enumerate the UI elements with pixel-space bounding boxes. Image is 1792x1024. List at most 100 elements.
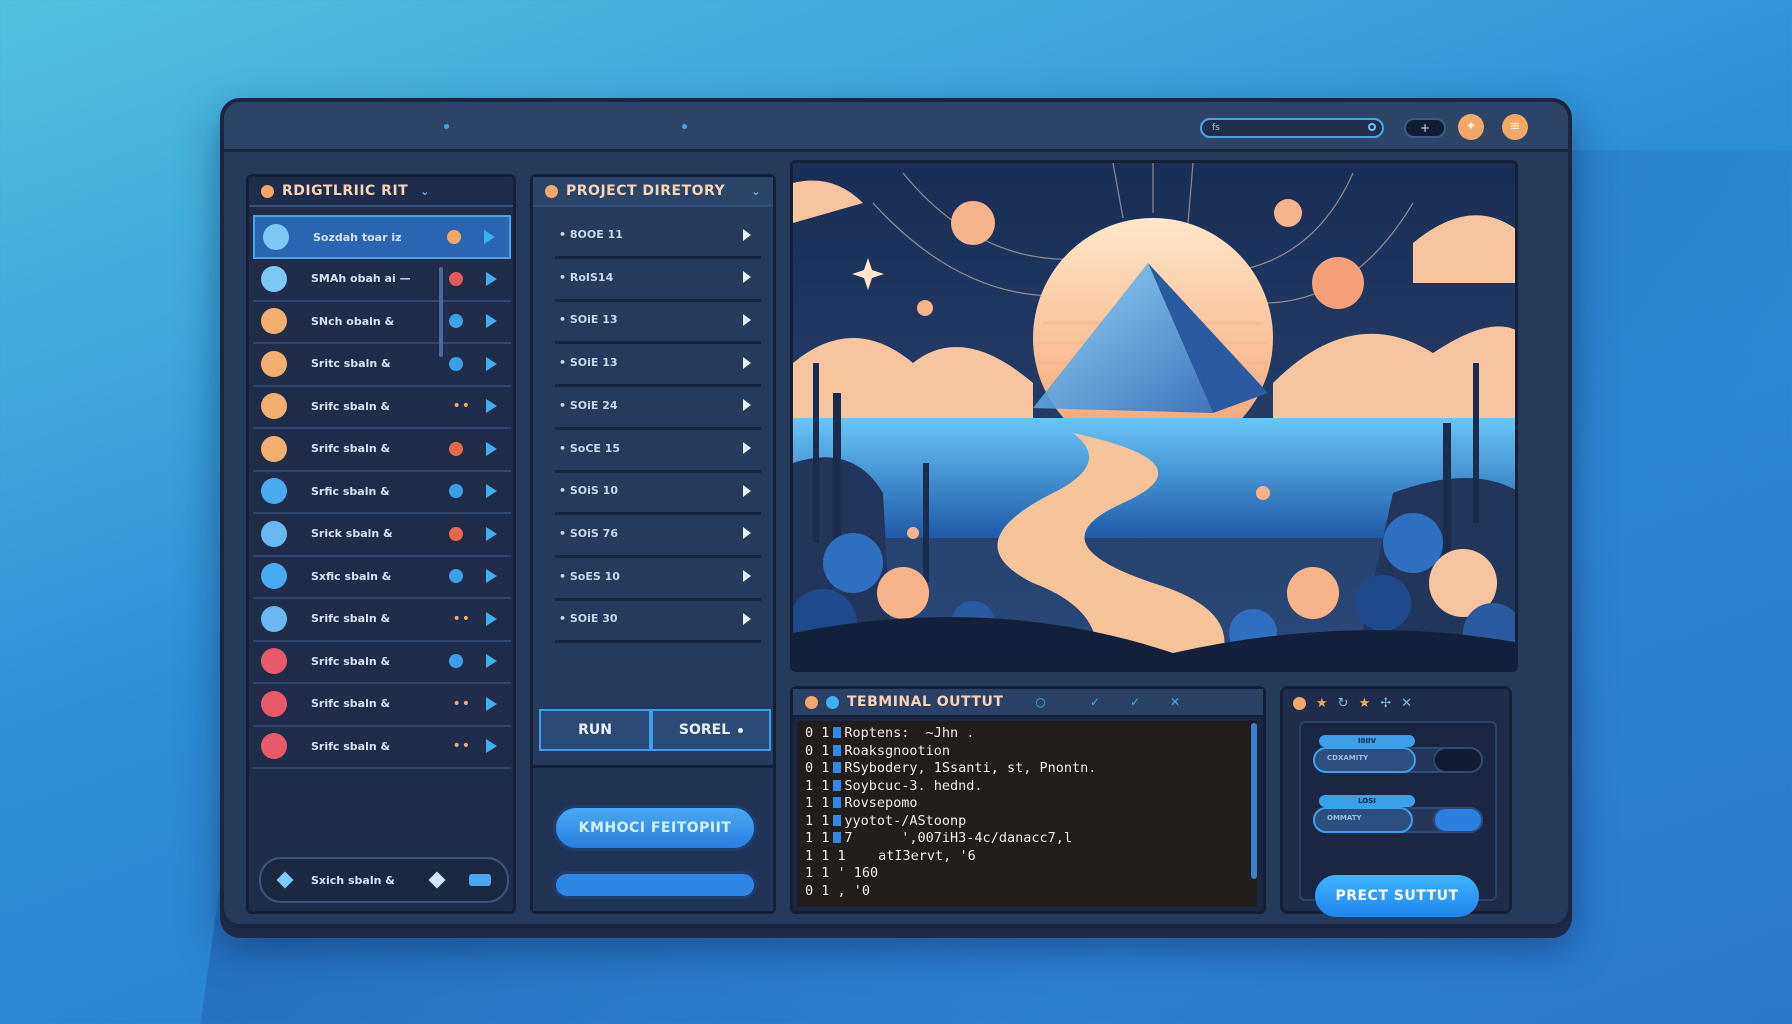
status-badge xyxy=(449,569,463,583)
directory-item[interactable]: SoCE 15 xyxy=(555,427,761,473)
avatar xyxy=(261,520,287,547)
list-item[interactable]: Srifc sbaln & •• xyxy=(253,385,511,429)
play-arrow-icon[interactable] xyxy=(486,399,497,413)
chevron-down-icon[interactable]: ⌄ xyxy=(751,185,761,198)
list-item-label: Srifc sbaln & xyxy=(311,442,391,455)
list-item-label: Srifc sbaln & xyxy=(311,399,391,413)
check-icon[interactable]: ✓ xyxy=(1130,695,1140,709)
star-icon[interactable]: ★ xyxy=(1316,696,1328,711)
play-arrow-icon[interactable] xyxy=(486,271,497,286)
directory-item[interactable]: SoES 10 xyxy=(555,555,761,601)
star-icon[interactable]: ★ xyxy=(1359,696,1371,711)
line-prefix: 1 1 xyxy=(805,830,830,846)
play-arrow-icon[interactable] xyxy=(486,484,497,498)
close-icon[interactable]: ✕ xyxy=(1170,695,1180,709)
chevron-right-icon xyxy=(743,313,751,326)
pin-icon[interactable]: ✢ xyxy=(1380,696,1391,711)
directory-item[interactable]: 8OOE 11 xyxy=(555,213,761,259)
play-arrow-icon[interactable] xyxy=(486,569,497,583)
list-item[interactable]: Sozdah toar iz xyxy=(253,215,511,259)
play-arrow-icon[interactable] xyxy=(486,654,497,668)
directory-item[interactable]: SOiE 24 xyxy=(555,384,761,430)
refresh-icon[interactable]: ↻ xyxy=(1338,696,1349,711)
left-list-panel: RDIGTLRIIC RIT ⌄ Sozdah toar iz SMAh obah… xyxy=(246,174,516,914)
terminal-line: 0 1 , '0 xyxy=(805,883,1249,901)
terminal-title: TEBMINAL OUTTUT xyxy=(847,694,1004,710)
directory-item-label: SoCE 15 xyxy=(559,442,620,455)
list-item[interactable]: Srifc sbaln & •• xyxy=(253,683,511,727)
line-text: Roptens: ~Jhn . xyxy=(844,725,975,741)
dots-icon: •• xyxy=(452,695,471,712)
status-badge xyxy=(449,356,463,371)
play-arrow-icon[interactable] xyxy=(486,441,497,456)
list-item[interactable]: SNch obaln & xyxy=(253,300,511,344)
list-item[interactable]: Srifc sbaln & xyxy=(253,640,511,684)
line-text: Roaksgnootion xyxy=(844,742,951,759)
chevron-down-icon[interactable]: ⌄ xyxy=(420,185,430,198)
play-arrow-icon[interactable] xyxy=(486,696,497,711)
circle-icon[interactable]: ○ xyxy=(1035,695,1045,709)
play-arrow-icon[interactable] xyxy=(486,356,497,371)
slider-2-knob[interactable] xyxy=(1433,807,1483,833)
directory-item[interactable]: RoIS14 xyxy=(555,256,761,302)
controls-inner: I0IIV CDXAMITY LOSI OMMATY xyxy=(1299,721,1497,901)
directory-item[interactable]: SOiS 76 xyxy=(555,512,761,558)
directory-header: PROJECT DIRETORY ⌄ xyxy=(533,177,773,207)
list-item[interactable]: Srifc sbaln & •• xyxy=(253,598,511,642)
left-panel-scrollbar[interactable] xyxy=(439,267,443,357)
directory-item[interactable]: SOiE 13 xyxy=(555,298,761,345)
primary-action-button[interactable]: KMHOCI FEITOPIIT xyxy=(553,805,757,851)
play-arrow-icon[interactable] xyxy=(486,526,497,541)
slider-2[interactable]: LOSI OMMATY xyxy=(1313,795,1483,833)
terminal-line: 1 1 yyotot-/AStoonp xyxy=(805,813,1249,831)
search-input-value: fs xyxy=(1212,123,1220,133)
play-arrow-icon[interactable] xyxy=(486,314,497,328)
avatar xyxy=(261,478,287,504)
settings-icon[interactable]: ✦ xyxy=(1458,114,1484,140)
directory-item[interactable]: SOiE 30 xyxy=(555,597,761,644)
directory-item[interactable]: SOiS 10 xyxy=(555,469,761,516)
check-icon[interactable]: ✓ xyxy=(1090,695,1100,709)
line-prefix: 1 1 xyxy=(805,795,830,811)
play-arrow-icon[interactable] xyxy=(486,611,497,626)
footer-label: Sxich sbaln & xyxy=(311,873,395,887)
avatar xyxy=(261,393,287,419)
line-marker xyxy=(833,832,842,843)
project-output-button[interactable]: PRECT SUTTUT xyxy=(1315,875,1479,917)
terminal-line: 1 1 ' 160 xyxy=(805,865,1249,883)
menu-icon[interactable]: ≡ xyxy=(1502,114,1528,140)
list-item[interactable]: Srfic sbaln & xyxy=(253,470,511,514)
line-prefix: 0 1 , xyxy=(805,882,846,899)
status-badge xyxy=(447,230,461,244)
chevron-right-icon xyxy=(743,228,751,241)
list-item[interactable]: SMAh obah ai — xyxy=(253,258,511,302)
chevron-right-icon xyxy=(743,271,751,284)
line-marker xyxy=(833,744,842,756)
orange-dot-icon xyxy=(805,695,818,709)
run-button[interactable]: RUN xyxy=(541,711,653,749)
terminal-scrollbar[interactable] xyxy=(1251,723,1257,879)
list-item[interactable]: Srick sbaln & xyxy=(253,513,511,557)
slider-1-knob[interactable] xyxy=(1433,747,1483,773)
left-panel-footer[interactable]: Sxich sbaln & xyxy=(259,857,509,903)
list-item-label: Srfic sbaln & xyxy=(311,484,390,498)
list-item[interactable]: Srifc sbaln & xyxy=(253,428,511,472)
list-item[interactable]: Sxfic sbaln & xyxy=(253,555,511,599)
sort-button[interactable]: SOREL xyxy=(653,711,769,749)
close-icon[interactable]: ✕ xyxy=(1401,696,1412,711)
line-prefix: 0 1 xyxy=(805,742,830,759)
directory-item[interactable]: SOiE 13 xyxy=(555,341,761,388)
slider-1[interactable]: I0IIV CDXAMITY xyxy=(1313,735,1483,773)
titlebar-dot xyxy=(682,124,687,129)
search-input[interactable]: fs xyxy=(1200,118,1384,138)
add-button[interactable]: + xyxy=(1404,118,1446,138)
play-arrow-icon[interactable] xyxy=(484,230,495,244)
avatar xyxy=(261,435,287,462)
list-item[interactable]: Sritc sbaln & xyxy=(253,343,511,387)
play-arrow-icon[interactable] xyxy=(486,739,497,753)
run-sort-bar: RUN SOREL xyxy=(539,709,771,751)
secondary-action-button[interactable] xyxy=(553,871,757,899)
avatar xyxy=(261,308,287,334)
list-item[interactable]: Srifc sbaln & •• xyxy=(253,725,511,769)
status-badge xyxy=(449,526,463,541)
